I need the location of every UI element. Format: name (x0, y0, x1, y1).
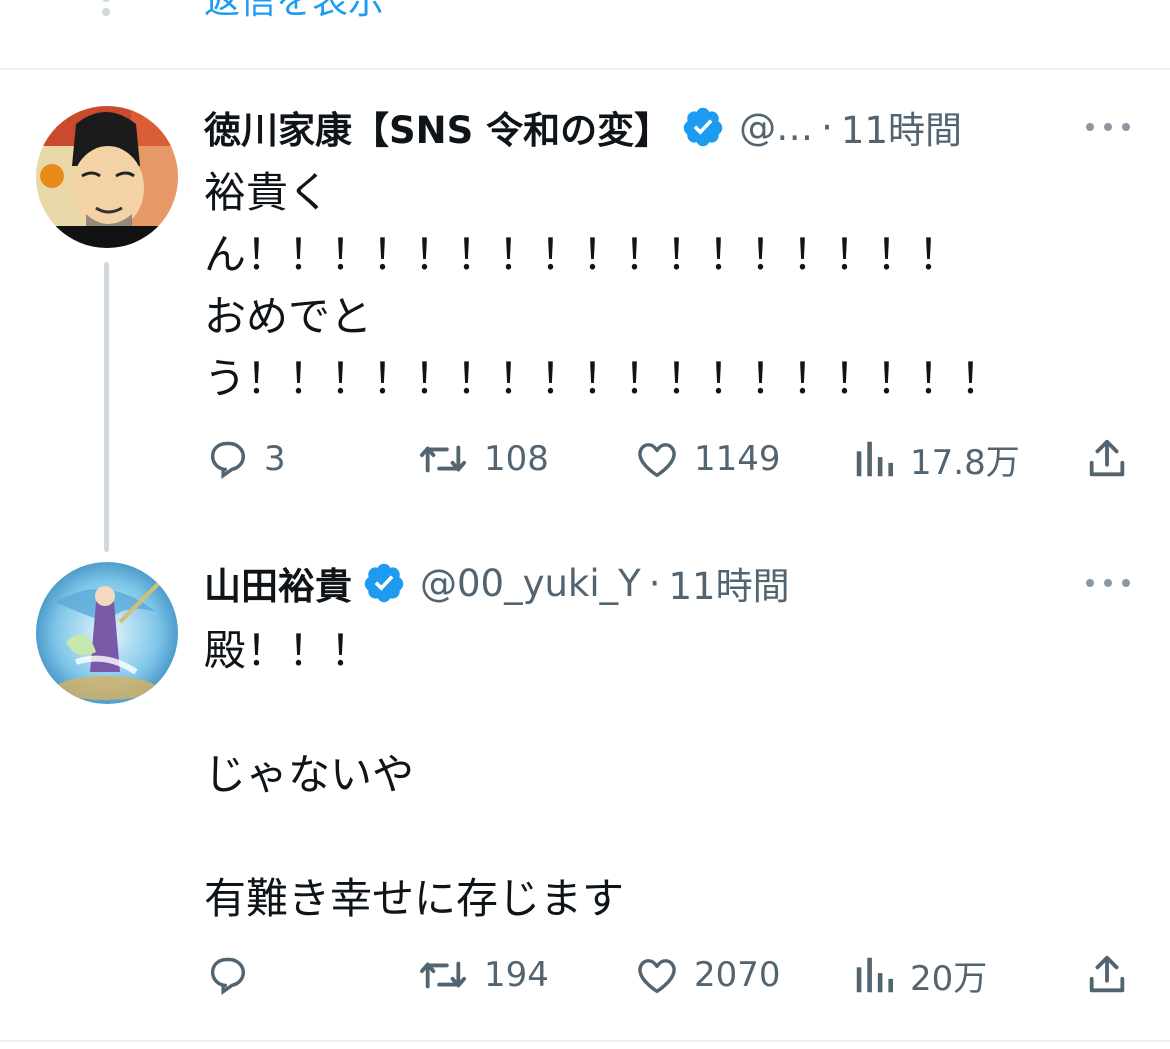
tweet-1-share-button[interactable] (1084, 434, 1130, 484)
tweet-2-retweet-button[interactable]: 194 (416, 950, 549, 1000)
tweet-1-more-icon[interactable] (1086, 121, 1130, 133)
tweet-2-body-line: 殿！！！ (204, 626, 373, 675)
tweet-1-actions: 3 108 1149 17.8万 (204, 434, 1134, 484)
show-replies-row: 返信を表示 (0, 0, 1170, 68)
tweet-2-like-count: 2070 (694, 955, 781, 995)
avatar-yamada[interactable] (36, 562, 178, 704)
thread-gap-dots-icon (100, 0, 112, 24)
tweet-2-body-line (204, 682, 1134, 744)
tweet-1-reply-count: 3 (264, 439, 286, 479)
tweet-1-timestamp[interactable]: 11時間 (841, 100, 962, 154)
tweet-2-more-icon[interactable] (1086, 577, 1130, 589)
tweet-2-handle[interactable]: @00_yuki_Y (420, 562, 641, 605)
verified-badge-icon (683, 107, 723, 147)
tweet-1-body-line: う！！！！！！！！！！！！！！！！！！ (204, 354, 1003, 403)
tweet-2-display-name[interactable]: 山田裕貴 (204, 556, 352, 610)
tweet-2-share-button[interactable] (1084, 950, 1130, 1000)
retweet-arrows-icon (420, 445, 467, 473)
tweet-1-separator: · (821, 105, 833, 149)
show-replies-link[interactable]: 返信を表示 (204, 0, 384, 24)
tweet-2-actions: 194 2070 20万 (204, 950, 1134, 1000)
bottom-divider (0, 1040, 1170, 1042)
tweet-2-body-line: 有難き幸せに存じます (204, 874, 625, 923)
avatar-illustration-samurai (36, 106, 178, 248)
tweet-2-body-line (204, 806, 1134, 868)
share-upload-icon (1089, 439, 1125, 477)
heart-icon (638, 443, 676, 478)
tweet-2-header: 山田裕貴 @00_yuki_Y · 11時間 (204, 556, 790, 610)
tweet-2-separator: · (648, 561, 661, 605)
tweet-1-body-line: 裕貴く (204, 168, 331, 217)
speech-bubble-icon (210, 957, 246, 996)
tweet-1-views-button[interactable]: 17.8万 (852, 434, 1020, 484)
tweet-1-body-line: おめでと (204, 292, 373, 341)
heart-icon (638, 959, 676, 994)
tweet-1-retweet-count: 108 (484, 439, 549, 479)
tweet-1-header: 徳川家康【SNS 令和の変】 @… · 11時間 (204, 100, 962, 154)
share-upload-icon (1089, 955, 1125, 993)
verified-badge-icon (364, 563, 404, 603)
tweet-1-views-count: 17.8万 (910, 442, 1020, 483)
tweet-2-like-button[interactable]: 2070 (634, 950, 781, 1000)
tweet-2-retweet-count: 194 (484, 955, 549, 995)
tweet-2-views-count: 20万 (910, 958, 988, 999)
tweet-1-body-line: ん！！！！！！！！！！！！！！！！！ (204, 230, 961, 279)
thread-connector-line (104, 262, 109, 552)
tweet-1-retweet-button[interactable]: 108 (416, 434, 549, 484)
tweet-1-handle[interactable]: @… (739, 106, 813, 149)
bar-chart-icon (856, 957, 893, 993)
top-divider (0, 68, 1170, 70)
tweet-2-body-line: じゃないや (204, 750, 415, 799)
tweet-1-body: 裕貴く ん！！！！！！！！！！！！！！！！！ おめでと う！！！！！！！！！！！… (204, 162, 1134, 410)
speech-bubble-icon (210, 441, 246, 480)
tweet-1-reply-button[interactable]: 3 (204, 434, 286, 484)
tweet-2-timestamp[interactable]: 11時間 (669, 556, 790, 610)
tweet-2-reply-button[interactable] (204, 950, 264, 1000)
bar-chart-icon (856, 441, 893, 477)
tweet-1-like-button[interactable]: 1149 (634, 434, 781, 484)
avatar-illustration-fantasy (36, 562, 178, 704)
tweet-2-body: 殿！！！ じゃないや 有難き幸せに存じます (204, 620, 1134, 930)
retweet-arrows-icon (420, 961, 467, 989)
tweet-2-views-button[interactable]: 20万 (852, 950, 987, 1000)
tweet-1-display-name[interactable]: 徳川家康【SNS 令和の変】 (204, 100, 671, 154)
tweet-1-like-count: 1149 (694, 439, 781, 479)
avatar-tokugawa[interactable] (36, 106, 178, 248)
